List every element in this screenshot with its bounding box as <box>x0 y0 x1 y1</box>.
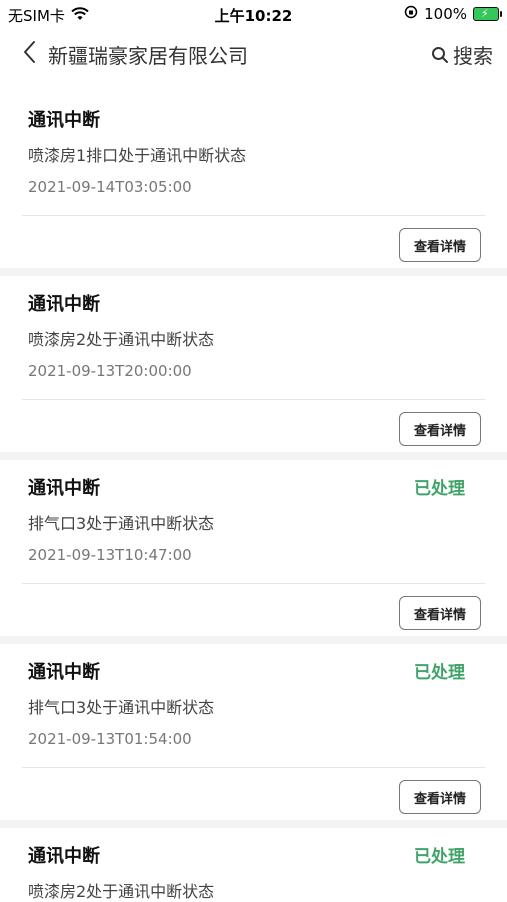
alarm-title: 通讯中断 <box>28 662 100 683</box>
alarm-description: 喷漆房1排口处于通讯中断状态 <box>28 146 247 165</box>
alarm-time: 2021-09-13T20:00:00 <box>28 362 192 380</box>
status-badge: 已处理 <box>414 479 465 499</box>
navigation-bar: 新疆瑞豪家居有限公司 搜索 <box>0 30 507 76</box>
list-item: 通讯中断 已处理 排气口3处于通讯中断状态 2021-09-13T01:54:0… <box>0 644 507 820</box>
view-details-button[interactable]: 查看详情 <box>399 412 481 446</box>
alarm-description: 排气口3处于通讯中断状态 <box>28 698 215 717</box>
alarm-title: 通讯中断 <box>28 294 100 315</box>
status-badge: 已处理 <box>414 847 465 867</box>
view-details-button[interactable]: 查看详情 <box>399 596 481 630</box>
battery-icon: ⚡ <box>473 7 502 21</box>
alarm-description: 喷漆房2处于通讯中断状态 <box>28 330 215 349</box>
divider <box>22 399 485 400</box>
search-label: 搜索 <box>453 44 493 68</box>
search-icon <box>432 46 448 63</box>
list-item: 通讯中断 已处理 排气口3处于通讯中断状态 2021-09-13T10:47:0… <box>0 460 507 636</box>
view-details-button[interactable]: 查看详情 <box>399 228 481 262</box>
alarm-title: 通讯中断 <box>28 846 100 867</box>
alarm-title: 通讯中断 <box>28 478 100 499</box>
list-separator <box>0 820 507 828</box>
list-item: 通讯中断 已处理 喷漆房2处于通讯中断状态 <box>0 828 507 901</box>
list-separator <box>0 452 507 460</box>
view-details-button[interactable]: 查看详情 <box>399 780 481 814</box>
divider <box>22 767 485 768</box>
list-separator <box>0 636 507 644</box>
alarm-time: 2021-09-14T03:05:00 <box>28 178 192 196</box>
status-bar: 无SIM卡 上午10:22 100% ⚡ <box>0 0 507 30</box>
orientation-lock-icon <box>404 5 418 23</box>
list-separator <box>0 268 507 276</box>
alarm-time: 2021-09-13T01:54:00 <box>28 730 192 748</box>
alarm-description: 排气口3处于通讯中断状态 <box>28 514 215 533</box>
alarm-description: 喷漆房2处于通讯中断状态 <box>28 882 215 901</box>
divider <box>22 215 485 216</box>
list-item: 通讯中断 喷漆房2处于通讯中断状态 2021-09-13T20:00:00 查看… <box>0 276 507 452</box>
back-button[interactable] <box>22 38 44 66</box>
divider <box>22 583 485 584</box>
alarm-time: 2021-09-13T10:47:00 <box>28 546 192 564</box>
alarm-title: 通讯中断 <box>28 110 100 131</box>
status-right: 100% ⚡ <box>404 5 502 23</box>
battery-percent: 100% <box>424 5 467 23</box>
chevron-left-icon <box>24 41 35 63</box>
page-title: 新疆瑞豪家居有限公司 <box>48 44 248 68</box>
status-badge: 已处理 <box>414 663 465 683</box>
list-item: 通讯中断 喷漆房1排口处于通讯中断状态 2021-09-14T03:05:00 … <box>0 92 507 268</box>
search-button[interactable]: 搜索 <box>431 40 493 69</box>
